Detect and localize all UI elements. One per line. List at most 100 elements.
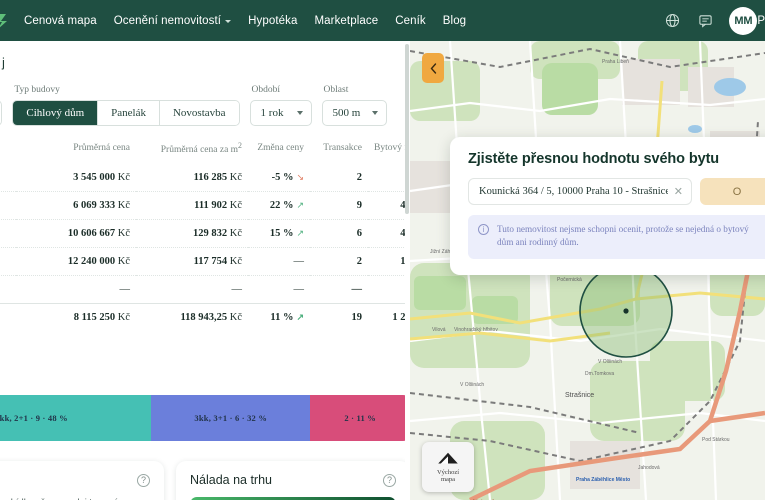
layers-icon [438, 452, 458, 463]
nav-item-label: Ocenění nemovitostí [113, 14, 222, 27]
map-label: Vinohradský hřbitov [454, 327, 498, 333]
table-row: 12 240 000 Kč117 754 Kč—2155 [0, 247, 410, 276]
table-cell-transactions: 19 [310, 303, 368, 332]
collapse-panel-button[interactable] [422, 53, 444, 83]
nav-item-label: Cenová mapa [24, 14, 97, 27]
market-mood-title: Nálada na trhu [190, 473, 273, 487]
map-label: Pod Stárkou [702, 437, 730, 443]
address-input-wrapper[interactable]: ✕ [468, 178, 692, 205]
nav-item-cenova-mapa[interactable]: Cenová mapa [24, 15, 97, 27]
help-icon[interactable]: ? [137, 473, 150, 487]
left-results-panel: j onájem Typ budovy Cihlový dům Panelák … [0, 41, 410, 500]
valuation-submit-button[interactable]: O [700, 178, 765, 205]
panel-heading-fragment: j [2, 55, 5, 70]
area-select[interactable]: 500 m [321, 100, 388, 126]
table-header-cell: Průměrná cena [73, 143, 130, 154]
nav-item-marketplace[interactable]: Marketplace [314, 15, 378, 27]
nav-item-label: Marketplace [314, 14, 379, 27]
globe-icon[interactable] [663, 12, 681, 30]
nav-right-actions: MM P [663, 6, 765, 35]
nav-item-blog[interactable]: Blog [443, 15, 466, 27]
table-cell-change: 11 % ↗ [248, 303, 310, 332]
basemap-label: Výchozí mapa [437, 469, 459, 484]
table-cell-avg-price-m2: 129 832 Kč [136, 219, 248, 248]
period-select[interactable]: 1 rok [249, 100, 312, 126]
building-type-novostavba-button[interactable]: Novostavba [159, 101, 239, 125]
distribution-segment-1[interactable]: 3kk, 3+1 · 6 · 32 % [151, 395, 311, 441]
bottom-cards: prodává? ? Od zveřejnění nabídky až po p… [0, 461, 410, 500]
table-header-cell: Transakce [323, 143, 362, 154]
table-header-cell: Změna ceny [257, 143, 304, 154]
table-cell-stock: 96 [368, 164, 411, 192]
table-total-row: y8 115 250 Kč118 943,25 Kč11 %↗191 275 [0, 303, 410, 332]
filter-bar: onájem Typ budovy Cihlový dům Panelák No… [0, 85, 410, 126]
table-cell-stock: 1 275 [368, 303, 410, 332]
nav-item-hypoteka[interactable]: Hypotéka [248, 15, 297, 27]
help-icon[interactable]: ? [383, 473, 396, 487]
map-label: Jahodová [638, 465, 660, 471]
selling-speed-text: Od zveřejnění nabídky až po prodej to ny… [0, 496, 150, 500]
table-header-cell [0, 141, 16, 164]
deal-type-segment: onájem [0, 100, 3, 126]
table-header-cell: Průměrná cena za m2 [160, 141, 242, 156]
chevron-down-icon [296, 111, 303, 115]
table-cell-label [0, 164, 16, 192]
close-icon[interactable]: ✕ [668, 185, 683, 198]
deal-type-rent-button[interactable]: onájem [0, 101, 2, 125]
table-cell-avg-price: 8 115 250 Kč [16, 303, 136, 332]
left-panel-scrollbar[interactable] [405, 44, 409, 214]
table-cell-avg-price-m2: 117 754 Kč [136, 247, 248, 276]
period-select-value: 1 rok [260, 107, 284, 119]
chat-icon[interactable] [696, 12, 714, 30]
selling-speed-card: prodává? ? Od zveřejnění nabídky až po p… [0, 461, 164, 500]
site-logo[interactable] [0, 0, 16, 41]
filter-group-period: Období 1 rok [249, 85, 312, 126]
distribution-segment-0[interactable]: 2kk, 2+1 · 9 · 48 % [0, 395, 152, 441]
table-row: 3 545 000 Kč 116 285 Kč -5 %↘ 2 96 [0, 164, 410, 192]
building-type-panelak-button[interactable]: Panelák [98, 101, 160, 125]
table-body: 3 545 000 Kč116 285 Kč-5 %↘2966 069 333 … [0, 164, 410, 332]
table-cell-avg-price: 6 069 333 Kč [16, 191, 136, 220]
filter-label-period: Období [251, 85, 281, 95]
map-label: Počernická [557, 277, 582, 283]
nav-item-cenik[interactable]: Ceník [395, 15, 426, 27]
chevron-left-icon [430, 62, 436, 74]
chevron-down-icon [225, 20, 232, 23]
distribution-bar: 2kk, 2+1 · 9 · 48 % 3kk, 3+1 · 6 · 32 % 2 … [0, 395, 410, 441]
valuation-warning-text: Tuto nemovitost nejsme schopni ocenit, p… [497, 224, 749, 248]
map-label: Praha Libeň [602, 59, 629, 65]
address-input[interactable] [479, 186, 668, 197]
map-label: Praha Záběhlice Město [576, 477, 630, 483]
info-icon: i [478, 224, 489, 235]
nav-item-label: Blog [442, 14, 467, 27]
trend-down-icon: ↘ [296, 172, 304, 183]
table-cell-label [0, 191, 16, 220]
nav-item-oceneni-nemovitosti[interactable]: Ocenění nemovitostí [113, 14, 232, 27]
table-row: 10 606 667 Kč129 832 Kč15 %↗6490 [0, 219, 410, 248]
map-panel[interactable]: Praha Libeň Třebešín Malešice Tiskařská … [410, 41, 765, 500]
avatar[interactable]: MM [729, 6, 758, 35]
table-cell-stock: 476 [368, 191, 410, 220]
table-cell-avg-price-m2: — [136, 275, 248, 304]
trend-up-icon: ↗ [296, 228, 304, 239]
table-cell-transactions: 9 [310, 191, 368, 220]
basemap-switcher-button[interactable]: Výchozí mapa [422, 442, 474, 492]
price-statistics-table: Průměrná cena Průměrná cena za m2 Změna … [0, 141, 410, 332]
basemap-label-line2: mapa [440, 476, 456, 483]
table-cell-avg-price: 10 606 667 Kč [16, 219, 136, 248]
table-cell-label [0, 275, 16, 304]
table-cell-label: y [0, 303, 16, 332]
table-cell-change: -5 % ↘ [271, 172, 304, 184]
table-cell-label [0, 247, 16, 276]
filter-label-building-type: Typ budovy [14, 85, 60, 95]
distribution-segment-2[interactable]: 2 · 11 % [310, 395, 410, 441]
table-cell-label [0, 219, 16, 248]
building-type-cihlovy-dum-button[interactable]: Cihlový dům [13, 101, 99, 125]
filter-label-deal-type [0, 85, 2, 95]
table-cell-avg-price-m2: 116 285 Kč [193, 172, 242, 184]
map-label: V Olšinách [598, 359, 622, 365]
filter-group-building-type: Typ budovy Cihlový dům Panelák Novostavb… [12, 85, 240, 126]
table-cell-transactions: 2 [356, 172, 362, 184]
filter-group-deal-type: onájem [0, 85, 3, 126]
table-cell-transactions: 2 [310, 247, 368, 276]
